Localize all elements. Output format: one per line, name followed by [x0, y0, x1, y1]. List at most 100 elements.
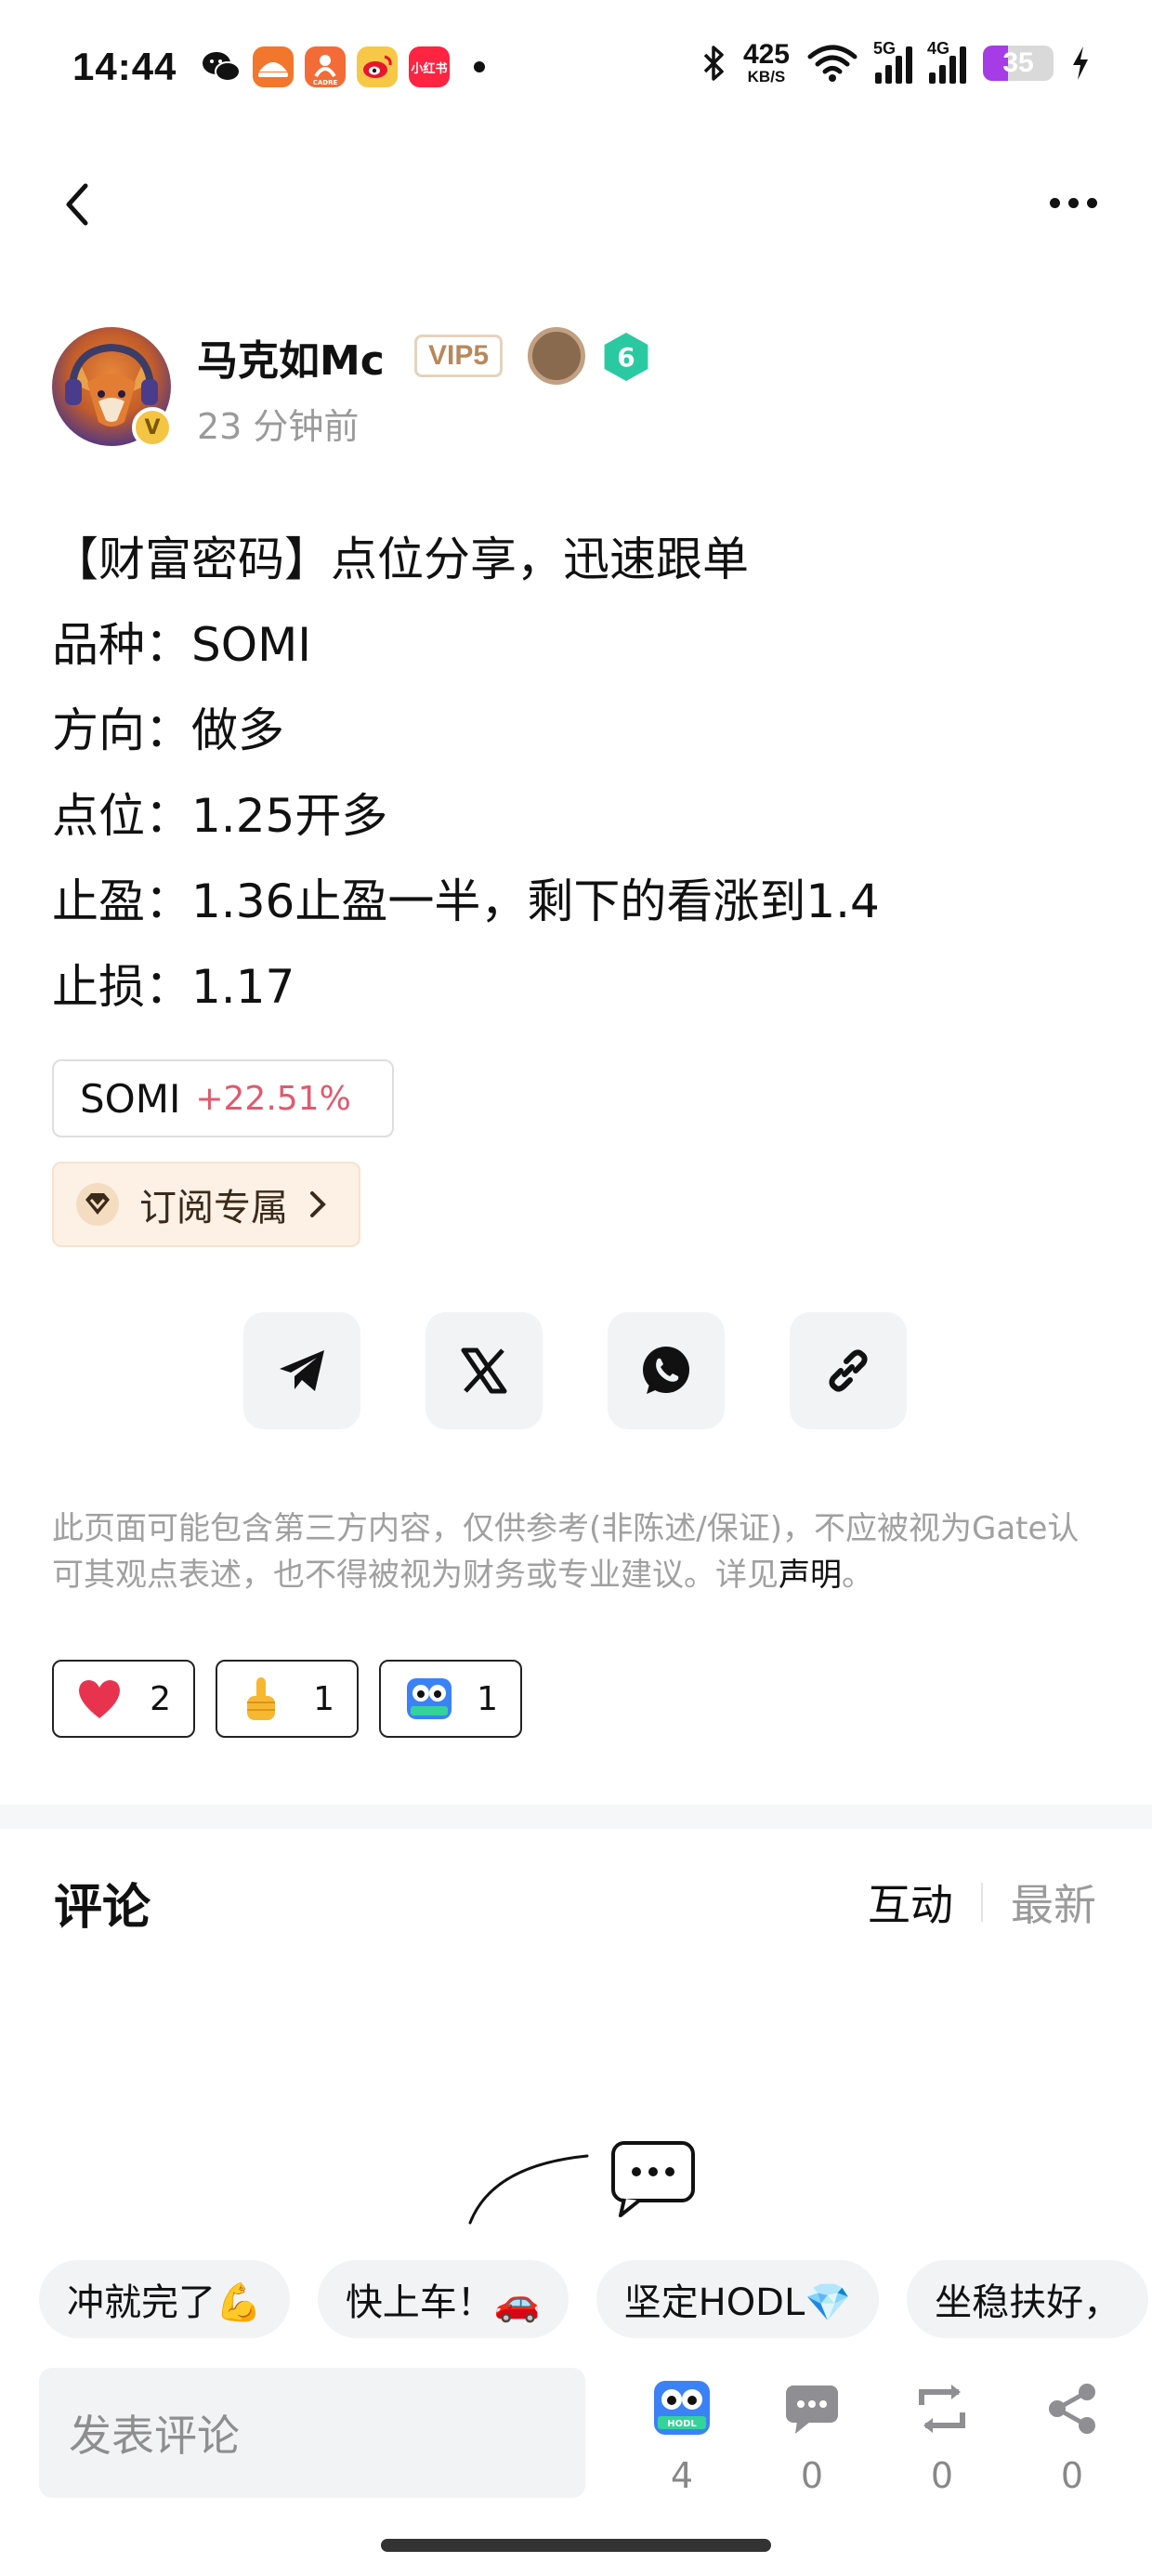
medal-icon — [528, 327, 585, 385]
cadre-app-icon: CADRE — [305, 46, 346, 87]
bluetooth-icon — [703, 45, 724, 81]
hodl-icon — [407, 1678, 452, 1719]
reactions-row: 2 1 1 — [52, 1660, 522, 1738]
tab-separator — [981, 1883, 983, 1922]
food-app-icon — [253, 46, 294, 87]
status-time: 14:44 — [72, 45, 177, 88]
battery-value: 35 — [1002, 46, 1034, 78]
action-count: 4 — [670, 2455, 694, 2496]
post-body: 【财富密码】点位分享，迅速跟单 品种：SOMI 方向：做多 点位：1.25开多 … — [52, 517, 1102, 1030]
tab-latest[interactable]: 最新 — [1011, 1872, 1096, 1933]
tab-interactive[interactable]: 互动 — [868, 1872, 953, 1933]
whatsapp-icon — [643, 1347, 689, 1394]
charging-icon — [1073, 46, 1088, 80]
comment-input[interactable]: 发表评论 — [39, 2368, 585, 2498]
share-x-button[interactable] — [425, 1312, 543, 1429]
network-speed-unit: KB/S — [747, 68, 786, 85]
empty-comments-illustration — [468, 2141, 695, 2225]
ticker-chip[interactable]: SOMI +22.51% — [52, 1059, 394, 1137]
more-dot-icon — [1067, 197, 1079, 208]
reaction-count: 2 — [150, 1679, 171, 1718]
post-line: 点位：1.25开多 — [52, 789, 388, 843]
back-button[interactable] — [56, 177, 102, 232]
hodl-icon: HODL — [654, 2381, 710, 2435]
network-speed-value: 425 — [742, 39, 790, 70]
chevron-right-icon — [310, 1191, 326, 1217]
bottom-actions: HODL 4 0 0 0 — [641, 2375, 1113, 2496]
quick-reply-row: 冲就完了💪 快上车！🚗 坚定HODL💎 坐稳扶好， — [39, 2260, 1149, 2338]
quick-reply-chip[interactable]: 快上车！🚗 — [317, 2260, 569, 2338]
action-count: 0 — [800, 2455, 824, 2496]
reaction-count: 1 — [313, 1679, 334, 1718]
home-indicator — [381, 2539, 771, 2552]
thumbs-up-icon — [247, 1677, 275, 1720]
post-line: 止盈：1.36止盈一半，剩下的看涨到1.4 — [52, 874, 880, 928]
share-icon — [1049, 2384, 1095, 2434]
link-icon — [829, 1349, 868, 1392]
weibo-icon — [357, 46, 398, 87]
disclaimer-text: 此页面可能包含第三方内容，仅供参考(非陈述/保证)，不应被视为Gate认可其观点… — [52, 1510, 1080, 1594]
author-avatar[interactable]: V — [52, 327, 173, 448]
quick-reply-chip[interactable]: 坚定HODL💎 — [596, 2260, 880, 2338]
repost-icon — [919, 2385, 965, 2433]
subscribe-label: 订阅专属 — [139, 1187, 288, 1229]
hodl-label: HODL — [667, 2419, 697, 2429]
telegram-icon — [280, 1350, 324, 1391]
heart-icon — [79, 1680, 120, 1718]
more-notifications-dot — [474, 61, 485, 72]
quick-reply-chip[interactable]: 冲就完了💪 — [39, 2260, 290, 2338]
post-time: 23 分钟前 — [197, 406, 360, 447]
comment-sort-tabs: 互动 最新 — [868, 1872, 1096, 1933]
copy-link-button[interactable] — [790, 1312, 907, 1429]
xiaohongshu-icon: 小红书 — [409, 46, 450, 87]
share-action-button[interactable]: 0 — [1031, 2375, 1113, 2496]
quick-reply-chip[interactable]: 坐稳扶好， — [907, 2260, 1149, 2338]
disclaimer-link[interactable]: 声明 — [779, 1557, 842, 1594]
post-line: 止损：1.17 — [52, 960, 295, 1014]
comments-title: 评论 — [54, 1880, 151, 1936]
author-name[interactable]: 马克如Mc — [197, 327, 385, 387]
reaction-thumbs-up-button[interactable]: 1 — [216, 1660, 359, 1738]
diamond-heart-icon — [76, 1183, 119, 1226]
more-dot-icon — [1049, 197, 1060, 208]
section-divider — [0, 1805, 1152, 1829]
reaction-hodl-button[interactable]: 1 — [379, 1660, 522, 1738]
more-options-button[interactable] — [1041, 186, 1106, 219]
post-line: 【财富密码】点位分享，迅速跟单 — [52, 532, 749, 586]
status-indicators: 425 KB/S 5G 4G 35 — [702, 39, 1091, 85]
verified-badge: V — [132, 407, 173, 448]
post-line: 方向：做多 — [52, 703, 284, 757]
level-badge: 6 — [604, 333, 648, 381]
more-dot-icon — [1086, 197, 1097, 208]
comment-action-button[interactable]: 0 — [771, 2375, 853, 2496]
signal-5g-label: 5G — [873, 38, 897, 58]
disclaimer: 此页面可能包含第三方内容，仅供参考(非陈述/保证)，不应被视为Gate认可其观点… — [52, 1505, 1102, 1598]
wifi-icon — [807, 45, 857, 82]
repost-action-button[interactable]: 0 — [901, 2375, 983, 2496]
post-detail-page: 14:44 CADRE 小红书 425 KB/S 5G 4G 35 V 马克如M… — [0, 0, 1152, 2576]
ticker-symbol: SOMI — [80, 1075, 181, 1122]
action-count: 0 — [930, 2455, 954, 2496]
signal-5g-icon: 5G — [873, 39, 912, 84]
post-line: 品种：SOMI — [52, 618, 311, 672]
disclaimer-end: 。 — [842, 1557, 873, 1594]
reaction-count: 1 — [477, 1679, 498, 1718]
cadre-label: CADRE — [313, 79, 338, 86]
share-whatsapp-button[interactable] — [608, 1312, 725, 1429]
signal-4g-icon: 4G — [927, 39, 966, 84]
signal-4g-label: 4G — [927, 38, 950, 58]
action-count: 0 — [1060, 2455, 1084, 2496]
ticker-change: +22.51% — [195, 1079, 351, 1118]
comment-icon — [786, 2385, 838, 2434]
status-bar: 14:44 CADRE 小红书 425 KB/S 5G 4G 35 — [0, 0, 1152, 139]
reaction-heart-button[interactable]: 2 — [52, 1660, 195, 1738]
hodl-action-button[interactable]: HODL 4 — [641, 2375, 723, 2496]
vip-badge: VIP5 — [414, 335, 504, 377]
x-icon — [461, 1347, 507, 1394]
subscribe-exclusive-button[interactable]: 订阅专属 — [52, 1162, 360, 1247]
notification-icons: CADRE 小红书 — [201, 46, 485, 87]
share-row — [243, 1312, 907, 1429]
network-speed: 425 KB/S — [743, 41, 790, 85]
chevron-left-icon — [66, 183, 88, 226]
share-telegram-button[interactable] — [243, 1312, 360, 1429]
